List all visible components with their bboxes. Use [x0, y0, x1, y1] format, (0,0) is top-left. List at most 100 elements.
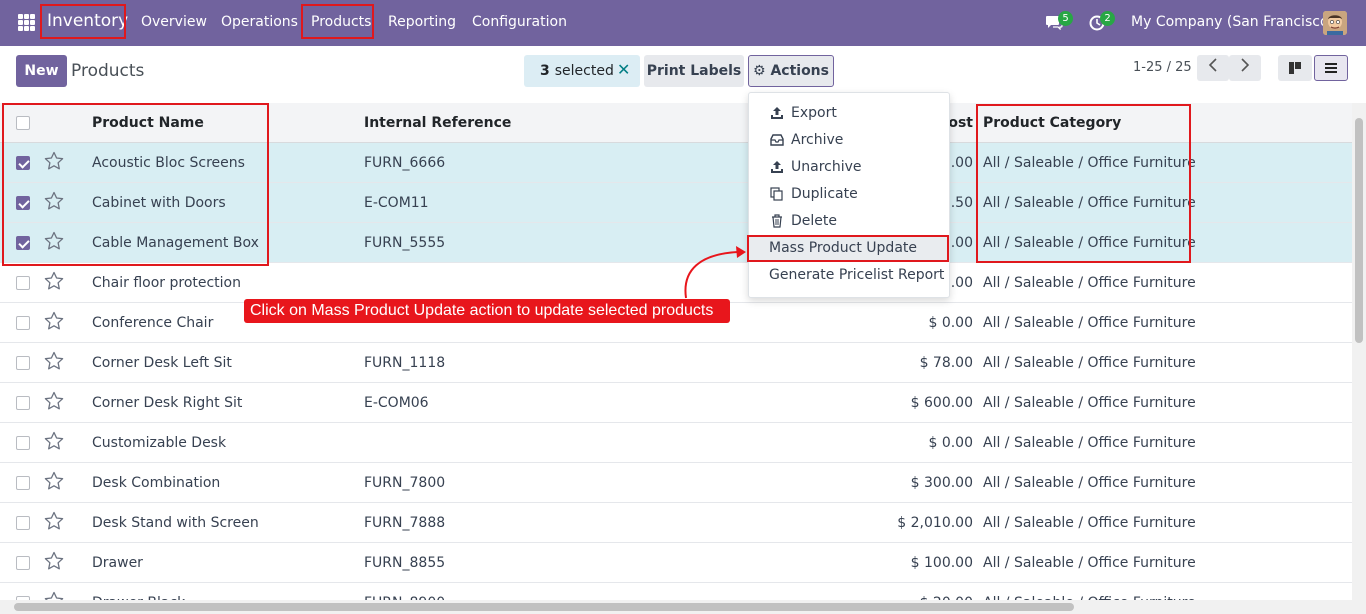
cell-cost: $ 100.00 — [910, 555, 973, 571]
star-icon[interactable] — [44, 271, 64, 291]
cell-cost: $ 20.00 — [920, 583, 973, 600]
select-all-checkbox[interactable] — [16, 116, 30, 130]
table-row[interactable]: Desk Combination FURN_7800 $ 300.00 All / S… — [0, 463, 1352, 503]
pager-previous-button[interactable] — [1197, 55, 1229, 81]
pager-value[interactable]: 1-25 / 25 — [1133, 60, 1192, 75]
actions-label: Actions — [770, 63, 829, 79]
cell-product-name: Desk Combination — [92, 475, 221, 491]
row-checkbox[interactable] — [16, 476, 30, 490]
nav-reporting[interactable]: Reporting — [388, 14, 456, 30]
vertical-scrollbar[interactable] — [1352, 103, 1366, 600]
row-checkbox[interactable] — [16, 556, 30, 570]
cell-product-category: All / Saleable / Office Furniture — [983, 155, 1196, 171]
header-product-name[interactable]: Product Name — [92, 103, 204, 143]
chevron-left-icon — [1208, 58, 1217, 72]
menu-item-delete[interactable]: Delete — [749, 208, 949, 235]
cell-product-name: Desk Stand with Screen — [92, 515, 259, 531]
row-checkbox[interactable] — [16, 196, 30, 210]
table-row[interactable]: Corner Desk Left Sit FURN_1118 $ 78.00 All … — [0, 343, 1352, 383]
cell-product-category: All / Saleable / Office Furniture — [983, 315, 1196, 331]
header-internal-reference[interactable]: Internal Reference — [364, 103, 511, 143]
row-checkbox[interactable] — [16, 436, 30, 450]
star-icon[interactable] — [44, 591, 64, 600]
cell-product-name: Conference Chair — [92, 315, 214, 331]
table-row[interactable]: Corner Desk Right Sit E-COM06 $ 600.00 All … — [0, 383, 1352, 423]
table-row[interactable]: Chair floor protection $ 0.00 All / Saleab… — [0, 263, 1352, 303]
row-checkbox[interactable] — [16, 396, 30, 410]
unselect-close-icon[interactable]: ✕ — [617, 60, 630, 79]
cell-product-category: All / Saleable / Office Furniture — [983, 275, 1196, 291]
menu-item-mass-product-update[interactable]: Mass Product Update — [749, 235, 949, 262]
row-checkbox[interactable] — [16, 236, 30, 250]
nav-operations[interactable]: Operations — [221, 14, 298, 30]
apps-menu-icon[interactable] — [18, 14, 35, 31]
menu-item-archive[interactable]: Archive — [749, 127, 949, 154]
trash-icon — [772, 214, 782, 228]
app-brand[interactable]: Inventory — [47, 11, 128, 31]
cell-internal-reference: FURN_6666 — [364, 155, 446, 171]
cell-product-name: Customizable Desk — [92, 435, 227, 451]
menu-item-generate-pricelist-report[interactable]: Generate Pricelist Report — [749, 262, 949, 289]
table-row[interactable]: Cable Management BoxFURN_5555$ 70.00All … — [0, 223, 1352, 263]
cell-product-category: All / Saleable / Office Furniture — [983, 235, 1196, 251]
row-checkbox[interactable] — [16, 356, 30, 370]
actions-button[interactable]: ⚙ Actions — [748, 55, 834, 87]
page-title: Products — [71, 61, 145, 81]
cell-internal-reference: FURN_7888 — [364, 515, 446, 531]
star-icon[interactable] — [44, 151, 64, 171]
star-icon[interactable] — [44, 311, 64, 331]
menu-item-label: Export — [791, 105, 837, 121]
row-checkbox[interactable] — [16, 516, 30, 530]
cell-cost: $ 600.00 — [910, 395, 973, 411]
cell-product-name: Corner Desk Left Sit — [92, 355, 232, 371]
star-icon[interactable] — [44, 431, 64, 451]
cell-product-category: All / Saleable / Office Furniture — [983, 195, 1196, 211]
star-icon[interactable] — [44, 511, 64, 531]
star-icon[interactable] — [44, 471, 64, 491]
star-icon[interactable] — [44, 191, 64, 211]
new-button[interactable]: New — [16, 55, 67, 87]
cell-product-name: Corner Desk Right Sit — [92, 395, 243, 411]
cell-product-category: All / Saleable / Office Furniture — [983, 555, 1196, 571]
print-labels-button[interactable]: Print Labels — [644, 55, 744, 87]
cell-internal-reference: FURN_5555 — [364, 235, 446, 251]
selected-count: 3 — [540, 63, 550, 79]
row-checkbox[interactable] — [16, 276, 30, 290]
cell-product-category: All / Saleable / Office Furniture — [983, 583, 1196, 600]
menu-item-unarchive[interactable]: Unarchive — [749, 154, 949, 181]
table-row[interactable]: Desk Stand with Screen FURN_7888 $ 2,010.0… — [0, 503, 1352, 543]
nav-configuration[interactable]: Configuration — [472, 14, 567, 30]
header-product-category[interactable]: Product Category — [983, 103, 1121, 143]
cell-internal-reference: FURN_8900 — [364, 583, 445, 600]
menu-item-duplicate[interactable]: Duplicate — [749, 181, 949, 208]
user-avatar[interactable] — [1323, 11, 1347, 35]
horizontal-scrollbar[interactable] — [0, 600, 1366, 614]
kanban-view-button[interactable] — [1278, 55, 1312, 81]
cell-product-category: All / Saleable / Office Furniture — [983, 395, 1196, 411]
star-icon[interactable] — [44, 351, 64, 371]
chat-badge: 5 — [1058, 11, 1073, 26]
list-view-button[interactable] — [1314, 55, 1348, 81]
cell-product-name: Chair floor protection — [92, 275, 241, 291]
nav-products[interactable]: Products — [311, 14, 371, 30]
row-checkbox[interactable] — [16, 156, 30, 170]
nav-overview[interactable]: Overview — [141, 14, 207, 30]
star-icon[interactable] — [44, 391, 64, 411]
company-switcher[interactable]: My Company (San Francisco) — [1131, 14, 1334, 30]
menu-item-label: Mass Product Update — [769, 240, 918, 256]
selected-label: selected — [554, 63, 614, 79]
star-icon[interactable] — [44, 231, 64, 251]
unarchive-icon — [771, 161, 783, 173]
table-row[interactable]: Cabinet with DoorsE-COM11$ 120.50All / S… — [0, 183, 1352, 223]
menu-item-export[interactable]: Export — [749, 100, 949, 127]
cell-product-category: All / Saleable / Office Furniture — [983, 475, 1196, 491]
chevron-right-icon — [1241, 58, 1250, 72]
star-icon[interactable] — [44, 551, 64, 571]
row-checkbox[interactable] — [16, 316, 30, 330]
table-row[interactable]: Customizable Desk $ 0.00 All / Saleable / … — [0, 423, 1352, 463]
pager-next-button[interactable] — [1229, 55, 1261, 81]
table-row[interactable]: Acoustic Bloc ScreensFURN_6666$ 287.00Al… — [0, 143, 1352, 183]
cell-internal-reference: FURN_8855 — [364, 555, 446, 571]
table-row[interactable]: Drawer FURN_8855 $ 100.00 All / Saleable / … — [0, 543, 1352, 583]
table-row[interactable]: Drawer Black FURN_8900 $ 20.00 All / Saleab… — [0, 583, 1352, 600]
